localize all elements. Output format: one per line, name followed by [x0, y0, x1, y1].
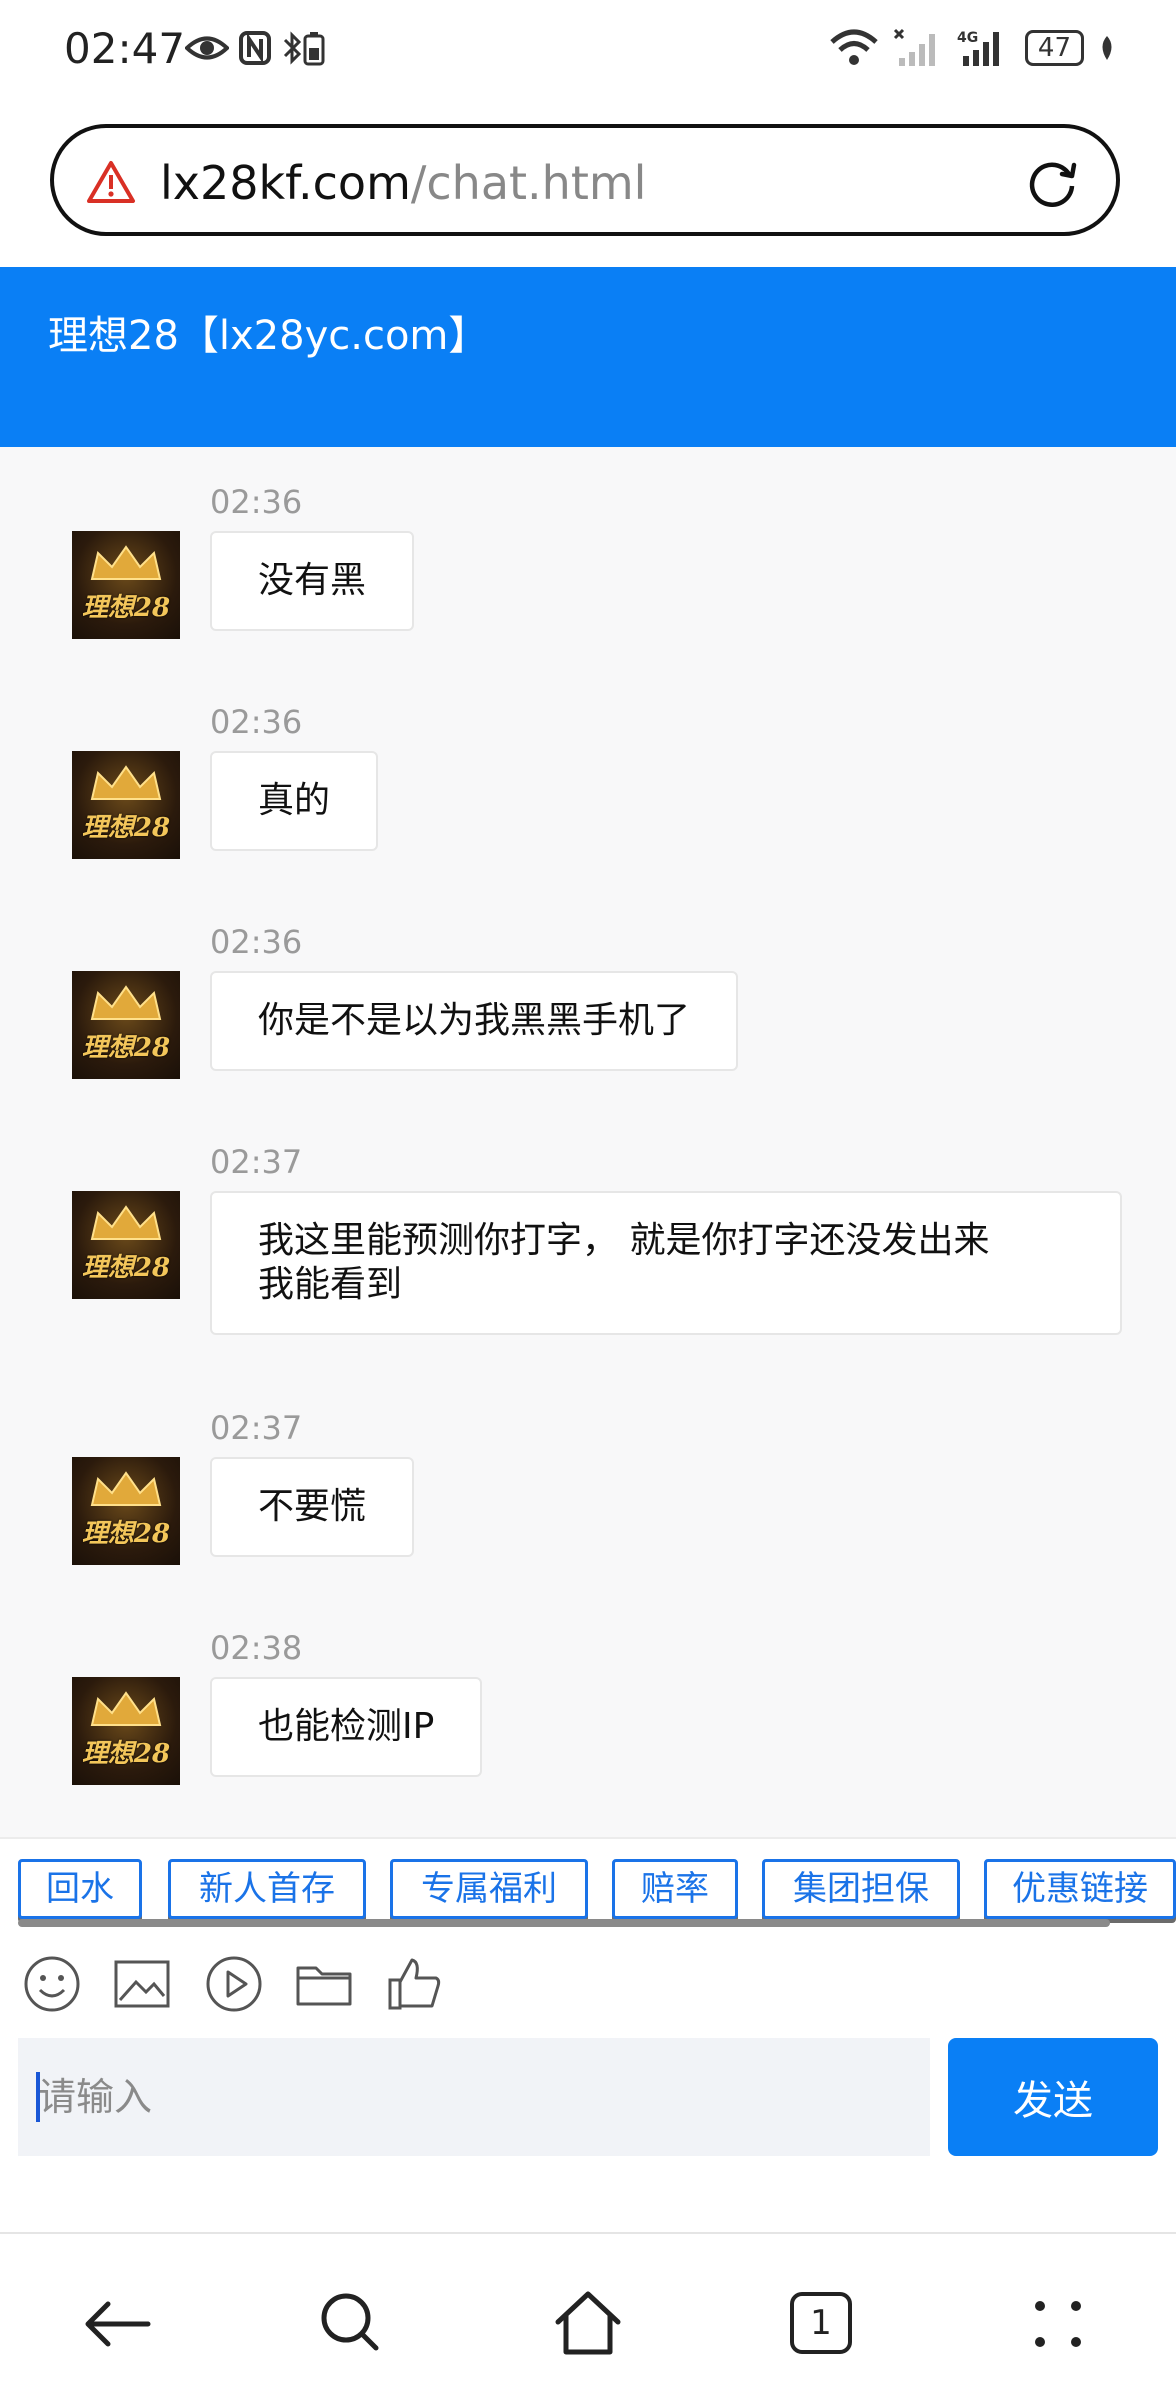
chat-header: 理想28【lx28yc.com】	[0, 267, 1176, 447]
avatar-logo-text: 理想28	[81, 813, 171, 843]
browser-bottom-nav: 1	[0, 2232, 1176, 2402]
avatar-logo-text: 理想28	[81, 593, 171, 623]
horizontal-scrollbar[interactable]	[18, 1919, 1110, 1927]
input-toolbar	[0, 1950, 1176, 2020]
back-arrow-icon[interactable]	[78, 2284, 158, 2364]
message-bubble: 不要慌	[210, 1457, 415, 1557]
status-bar: 02:47 4G 47	[0, 0, 1176, 100]
message-time: 02:38	[210, 1629, 303, 1667]
video-icon[interactable]	[204, 1954, 264, 2014]
message-bubble: 真的	[210, 751, 379, 851]
wifi-icon	[830, 29, 878, 65]
message-time: 02:37	[210, 1143, 303, 1181]
image-icon[interactable]	[112, 1954, 172, 2014]
crown-icon	[90, 985, 162, 1020]
eye-icon	[185, 36, 229, 60]
quick-reply-bar[interactable]: 回水 新人首存 专属福利 赔率 集团担保 优惠链接	[0, 1837, 1176, 1929]
send-button[interactable]: 发送	[948, 2038, 1158, 2156]
quick-tag[interactable]: 新人首存	[168, 1859, 366, 1919]
crown-icon	[90, 765, 162, 800]
status-left-icons	[185, 30, 327, 66]
message-bubble: 也能检测IP	[210, 1677, 483, 1777]
url-path: /chat.html	[410, 156, 647, 210]
message-bubble: 我这里能预测你打字， 就是你打字还没发出来 我能看到	[210, 1191, 1122, 1335]
tabs-button[interactable]: 1	[790, 2292, 870, 2372]
message-line: 我这里能预测你打字， 就是你打字还没发出来	[258, 1220, 990, 1261]
home-icon[interactable]	[548, 2284, 628, 2364]
message-time: 02:36	[210, 923, 303, 961]
avatar[interactable]: 理想28	[72, 1191, 180, 1299]
status-right-icons: 4G 47	[829, 28, 1116, 68]
message-time: 02:36	[210, 703, 303, 741]
avatar-logo-text: 理想28	[81, 1033, 171, 1063]
message-input[interactable]	[18, 2038, 930, 2156]
emoji-icon[interactable]	[22, 1954, 82, 2014]
avatar[interactable]: 理想28	[72, 971, 180, 1079]
quick-tag[interactable]: 优惠链接	[984, 1859, 1176, 1919]
message-line: 我能看到	[258, 1264, 403, 1305]
avatar-logo-text: 理想28	[81, 1739, 171, 1769]
avatar-logo-text: 理想28	[81, 1519, 171, 1549]
bluetooth-battery-icon	[283, 31, 325, 66]
quick-tag[interactable]: 回水	[18, 1859, 142, 1919]
message-list[interactable]: 02:36 理想28 没有黑 02:36 理想28 真的 02:36 理想28 …	[0, 447, 1176, 1837]
status-time: 02:47	[64, 24, 186, 73]
message-bubble: 你是不是以为我黑黑手机了	[210, 971, 739, 1071]
crown-icon	[90, 1205, 162, 1240]
crown-icon	[90, 1471, 162, 1506]
crown-icon	[90, 545, 162, 580]
message-bubble: 没有黑	[210, 531, 415, 631]
avatar[interactable]: 理想28	[72, 531, 180, 639]
nfc-icon	[239, 31, 271, 65]
signal-4g-icon: 4G	[957, 30, 999, 66]
avatar[interactable]: 理想28	[72, 1677, 180, 1785]
battery-indicator: 47	[1024, 30, 1084, 66]
avatar-logo-text: 理想28	[81, 1253, 171, 1283]
folder-icon[interactable]	[294, 1954, 354, 2014]
search-icon[interactable]	[312, 2284, 392, 2364]
leaf-icon	[1102, 36, 1112, 60]
text-cursor	[36, 2072, 40, 2122]
menu-dots-icon[interactable]	[1018, 2284, 1098, 2364]
chat-title: 理想28【lx28yc.com】	[48, 313, 489, 359]
tab-count: 1	[790, 2292, 852, 2354]
crown-icon	[90, 1691, 162, 1726]
avatar[interactable]: 理想28	[72, 1457, 180, 1565]
address-bar[interactable]: lx28kf.com/chat.html	[50, 124, 1120, 236]
avatar[interactable]: 理想28	[72, 751, 180, 859]
message-time: 02:37	[210, 1409, 303, 1447]
message-time: 02:36	[210, 483, 303, 521]
signal-no-service-icon	[893, 28, 935, 66]
quick-tag[interactable]: 集团担保	[762, 1859, 960, 1919]
url-text[interactable]: lx28kf.com/chat.html	[160, 156, 646, 210]
svg-text:4G: 4G	[957, 30, 978, 46]
quick-tag[interactable]: 专属福利	[390, 1859, 588, 1919]
reload-icon[interactable]	[1024, 154, 1080, 210]
url-host: lx28kf.com	[160, 156, 411, 210]
quick-tag[interactable]: 赔率	[612, 1859, 738, 1919]
thumbs-up-icon[interactable]	[384, 1954, 444, 2014]
warning-icon[interactable]	[86, 160, 136, 204]
